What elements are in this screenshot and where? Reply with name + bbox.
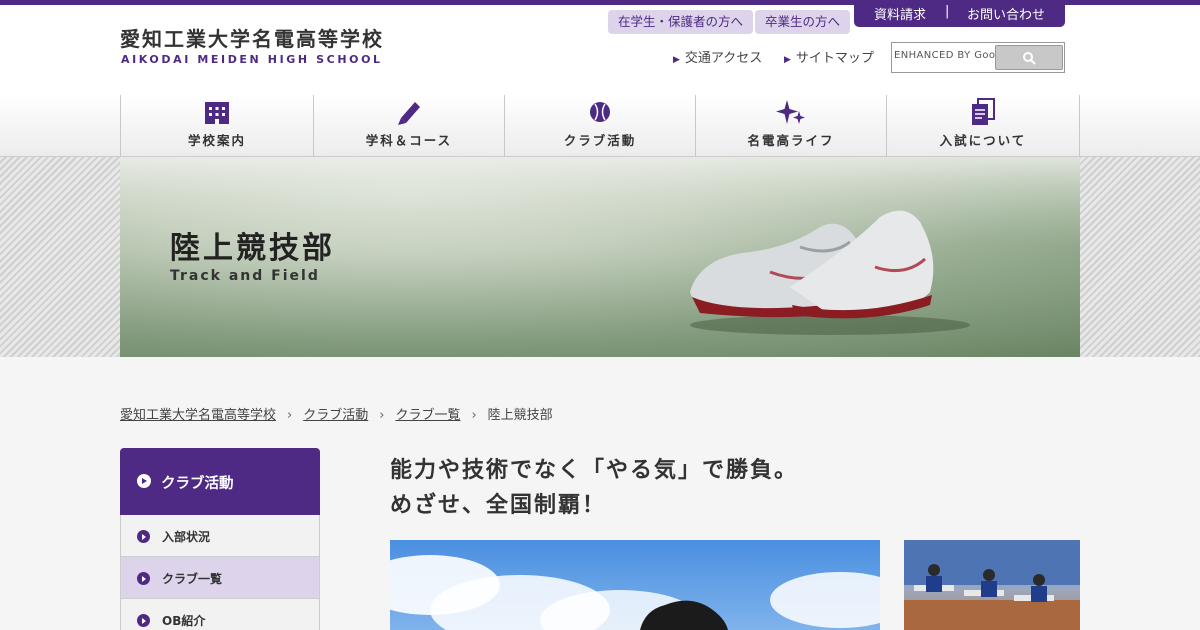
top-action-bar: 資料請求 | お問い合わせ [854,0,1065,27]
sidebar-item-label: OB紹介 [162,614,206,628]
triangle-bullet-icon: ▶ [673,55,680,65]
sidebar-item-membership[interactable]: 入部状況 [120,515,320,557]
breadcrumb-separator: › [471,408,477,423]
nav-item-admissions[interactable]: 入試について [886,95,1080,157]
triangle-bullet-icon: ▶ [784,55,791,65]
sidebar-heading[interactable]: クラブ活動 [120,448,320,515]
sidebar-item-club-list[interactable]: クラブ一覧 [120,557,320,599]
search-button[interactable] [995,45,1063,70]
breadcrumb-club-list[interactable]: クラブ一覧 [395,408,460,423]
site-logo-jp[interactable]: 愛知工業大学名電高等学校 [120,23,384,52]
sky-clouds-image [390,555,880,630]
ball-icon [590,102,610,122]
sitemap-link-label: サイトマップ [795,51,874,66]
play-circle-icon [137,474,151,488]
access-link-label: 交通アクセス [684,51,763,66]
nav-label: 入試について [939,133,1027,148]
document-icon [972,98,995,125]
sidebar-item-ob[interactable]: OB紹介 [120,599,320,630]
nav-item-school-guide[interactable]: 学校案内 [120,95,313,157]
nav-item-courses[interactable]: 学科＆コース [313,95,504,157]
breadcrumb: 愛知工業大学名電高等学校 › クラブ活動 › クラブ一覧 › 陸上競技部 [120,404,553,423]
sidebar-item-label: クラブ一覧 [162,572,223,586]
hurdles-photo [904,540,1080,630]
sitemap-link[interactable]: ▶ サイトマップ [784,47,874,66]
request-materials-link[interactable]: 資料請求 [874,4,926,23]
page-subtitle: Track and Field [170,268,320,284]
nav-label: 学科＆コース [365,133,453,148]
breadcrumb-home[interactable]: 愛知工業大学名電高等学校 [120,408,276,423]
nav-item-clubs[interactable]: クラブ活動 [504,95,695,157]
athlete-photo [390,540,880,630]
play-circle-icon [137,572,150,585]
hurdlers-image [904,540,1080,630]
site-header: 愛知工業大学名電高等学校 AIKODAI MEIDEN HIGH SCHOOL … [0,0,1200,95]
search-icon [1023,52,1036,65]
sidebar-item-label: 入部状況 [162,530,211,544]
catchphrase-line-2: めざせ、全国制覇！ [390,493,607,518]
play-circle-icon [137,614,150,627]
running-shoes-image [690,210,970,335]
nav-label: 名電高ライフ [747,133,835,148]
sidebar-heading-label: クラブ活動 [161,476,234,492]
catchphrase-line-1: 能力や技術でなく「やる気」で勝負。 [390,458,799,483]
top-bar-separator: | [945,4,950,19]
students-parents-link[interactable]: 在学生・保護者の方へ [608,10,754,34]
contact-link[interactable]: お問い合わせ [967,4,1045,23]
nav-label: 学校案内 [187,133,246,148]
building-icon [205,102,229,124]
pencil-icon [398,102,420,125]
global-nav: 学校案内 学科＆コース クラブ活動 名電高ライフ 入試について [0,95,1200,157]
access-link[interactable]: ▶ 交通アクセス [673,47,762,66]
hero-banner: 陸上競技部 Track and Field [120,157,1080,357]
breadcrumb-separator: › [379,408,385,423]
play-circle-icon [137,530,150,543]
alumni-link[interactable]: 卒業生の方へ [755,10,851,34]
nav-item-school-life[interactable]: 名電高ライフ [695,95,886,157]
sparkle-icon [776,100,805,124]
site-search: ENHANCED BY Google [891,42,1065,73]
breadcrumb-current: 陸上競技部 [487,408,553,423]
breadcrumb-separator: › [287,408,293,423]
site-logo-en[interactable]: AIKODAI MEIDEN HIGH SCHOOL [121,53,383,66]
page-title: 陸上競技部 [170,231,335,266]
breadcrumb-clubs[interactable]: クラブ活動 [303,408,368,423]
nav-label: クラブ活動 [563,133,637,148]
